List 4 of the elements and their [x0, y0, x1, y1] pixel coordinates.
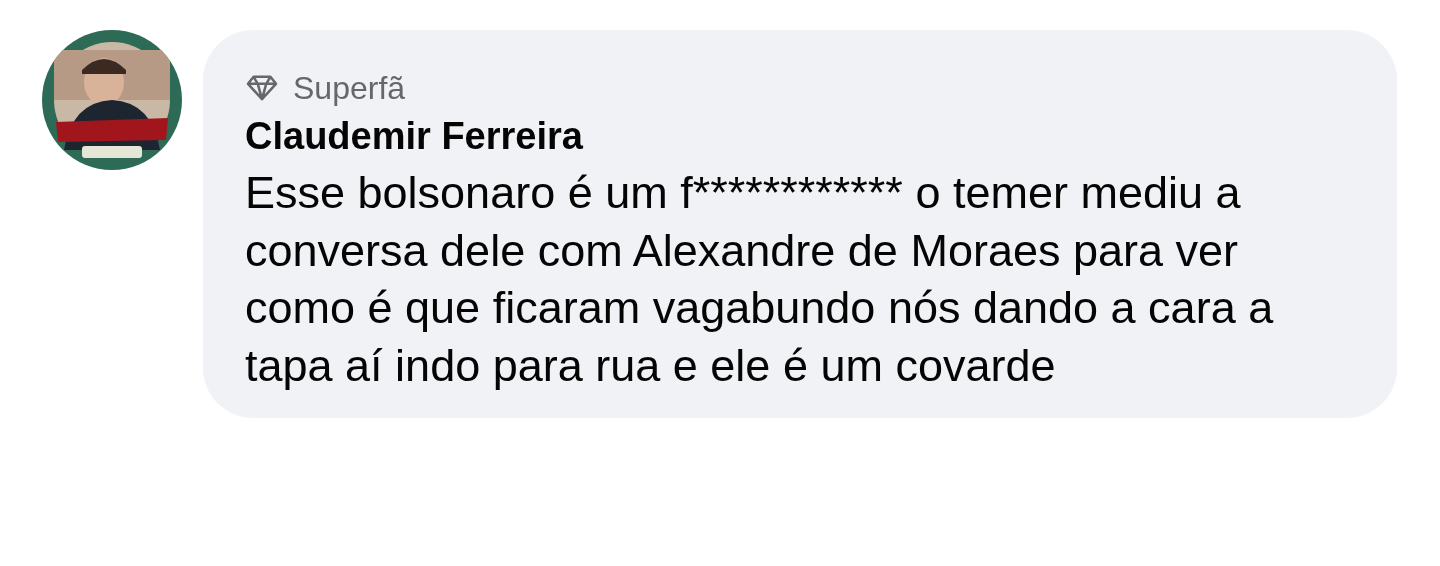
comment-text: Esse bolsonaro é um f************ o temer mediu a conversa dele com Alexandre de Moraes para ver como é que ficaram vagabundo nós dando a cara a tapa aí indo para rua e ele é um covarde: [245, 166, 1275, 393]
diamond-icon: [245, 74, 279, 102]
author-name[interactable]: Claudemir Ferreira: [245, 112, 583, 160]
badge-label: Superfã: [293, 69, 406, 107]
